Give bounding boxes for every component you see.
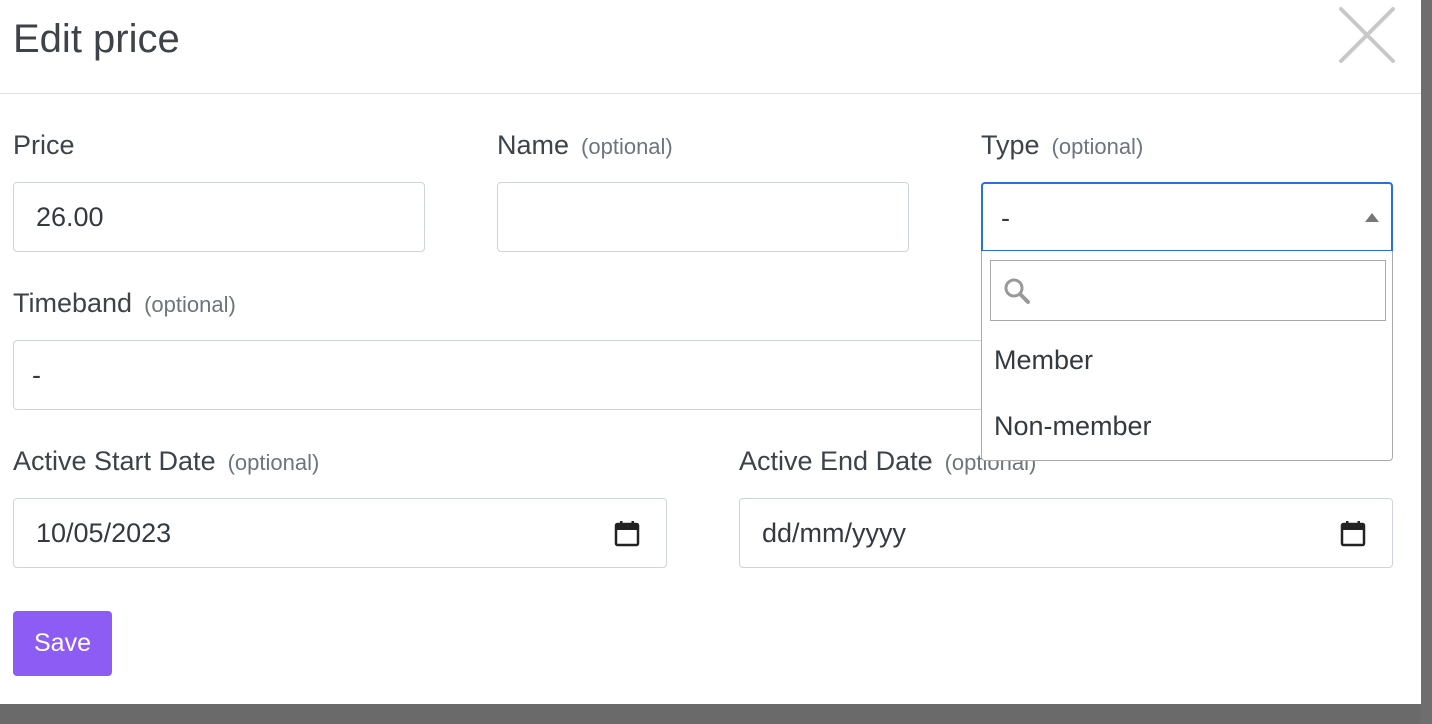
type-label: Type (optional) bbox=[981, 130, 1144, 160]
name-input[interactable] bbox=[497, 182, 909, 252]
name-label: Name (optional) bbox=[497, 130, 673, 160]
dropdown-option-non-member[interactable]: Non-member bbox=[994, 409, 1152, 443]
calendar-icon[interactable] bbox=[614, 520, 640, 547]
modal-header: Edit price bbox=[0, 0, 1421, 94]
calendar-icon[interactable] bbox=[1340, 520, 1366, 547]
type-dropdown: Member Non-member bbox=[981, 251, 1393, 461]
close-button[interactable] bbox=[1336, 4, 1398, 66]
type-selected-value: - bbox=[1001, 203, 1010, 233]
end-date-input[interactable]: dd/mm/yyyy bbox=[739, 498, 1393, 568]
price-label: Price bbox=[13, 130, 75, 160]
start-date-value: 10/05/2023 bbox=[36, 518, 172, 548]
backdrop-bottom bbox=[0, 704, 1421, 724]
caret-up-icon bbox=[1365, 213, 1379, 222]
timeband-optional-hint: (optional) bbox=[144, 292, 236, 317]
start-date-label: Active Start Date (optional) bbox=[13, 446, 320, 476]
close-icon bbox=[1339, 7, 1395, 63]
dropdown-search-input[interactable] bbox=[990, 260, 1386, 321]
modal-title: Edit price bbox=[13, 17, 180, 61]
edit-price-modal: Edit price Price 26.00 Name (optional) Ty… bbox=[0, 0, 1421, 704]
dropdown-option-member[interactable]: Member bbox=[994, 343, 1093, 377]
start-date-input[interactable]: 10/05/2023 bbox=[13, 498, 667, 568]
type-select[interactable]: - bbox=[981, 182, 1393, 252]
end-date-placeholder: dd/mm/yyyy bbox=[762, 518, 907, 548]
backdrop-right bbox=[1421, 0, 1432, 724]
type-optional-hint: (optional) bbox=[1051, 134, 1144, 159]
price-value: 26.00 bbox=[36, 202, 104, 232]
timeband-selected-value: - bbox=[32, 360, 41, 390]
timeband-label: Timeband (optional) bbox=[13, 288, 236, 318]
start-date-optional-hint: (optional) bbox=[227, 450, 320, 475]
save-button[interactable]: Save bbox=[13, 611, 112, 676]
price-input[interactable]: 26.00 bbox=[13, 182, 425, 252]
name-optional-hint: (optional) bbox=[581, 134, 673, 159]
search-icon bbox=[1004, 278, 1030, 304]
